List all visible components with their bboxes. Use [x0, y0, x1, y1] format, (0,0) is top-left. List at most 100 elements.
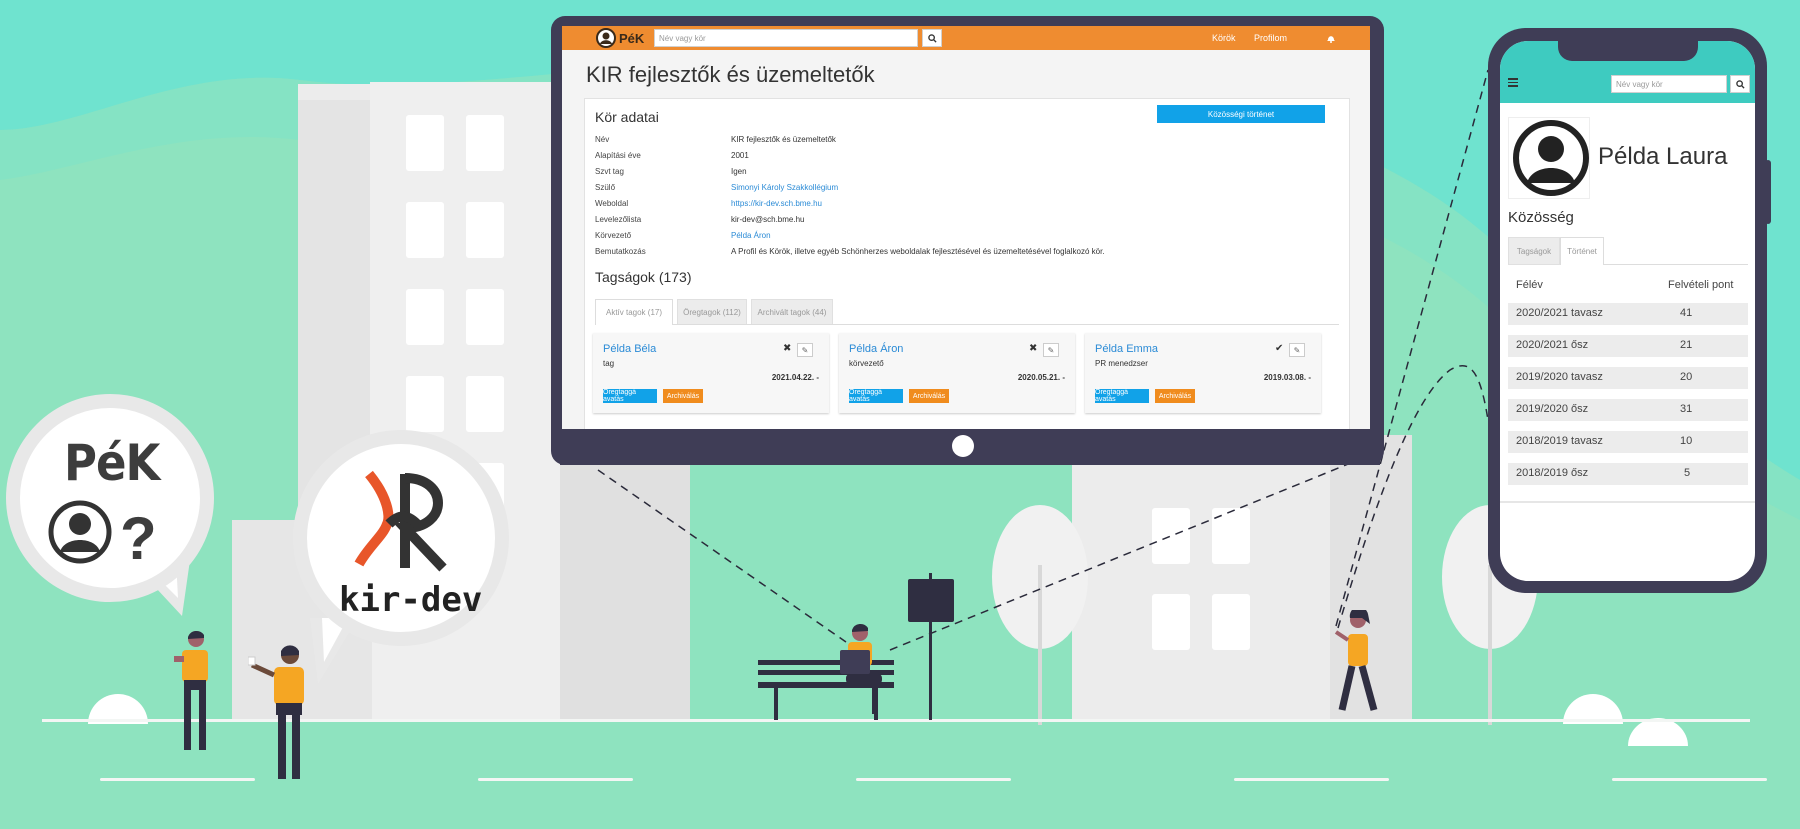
- detail-label: Szvt tag: [595, 167, 624, 176]
- sign-pole: [929, 573, 932, 720]
- tab-archived-members[interactable]: Archivált tagok (44): [751, 299, 833, 325]
- bell-icon[interactable]: [1326, 33, 1336, 43]
- detail-label: Körvezető: [595, 231, 632, 240]
- semester-cell: 2018/2019 tavasz: [1516, 435, 1603, 447]
- phone-notch: [1558, 41, 1698, 61]
- phone-side-button: [1765, 160, 1771, 224]
- profile-name: Példa Laura: [1598, 143, 1728, 170]
- make-oldmember-button[interactable]: Öregtaggá avatás: [1095, 389, 1149, 403]
- edit-icon[interactable]: ✎: [1043, 343, 1059, 357]
- profile-avatar-icon: [1513, 120, 1589, 196]
- search-placeholder: Név vagy kör: [1616, 79, 1663, 89]
- pek-logo[interactable]: PéK: [596, 28, 644, 48]
- member-name[interactable]: Példa Áron: [849, 343, 903, 355]
- details-panel: Kör adatai Közösségi történet Név KIR fe…: [584, 98, 1350, 429]
- search-input[interactable]: Név vagy kör: [654, 29, 918, 47]
- detail-label: Alapítási éve: [595, 151, 641, 160]
- table-header-points: Felvételi pont: [1668, 279, 1734, 291]
- pek-logo-text: PéK: [64, 434, 160, 492]
- member-name[interactable]: Példa Emma: [1095, 343, 1158, 355]
- archive-button[interactable]: Archiválás: [663, 389, 703, 403]
- table-row: 2019/2020 tavasz 20: [1508, 367, 1748, 389]
- question-mark: ?: [120, 505, 157, 572]
- memberships-heading: Tagságok (173): [595, 269, 692, 285]
- monitor-power-button: [952, 435, 974, 457]
- tab-active-members[interactable]: Aktív tagok (17): [595, 299, 673, 325]
- tab-history[interactable]: Történet: [1560, 237, 1604, 265]
- check-icon[interactable]: ✔: [1275, 343, 1283, 354]
- page-title: KIR fejlesztők és üzemeltetők: [586, 62, 875, 87]
- detail-value: A Profil és Körök, illetve egyéb Schönhe…: [731, 247, 1105, 256]
- tabs-divider: [1604, 264, 1748, 265]
- edit-icon[interactable]: ✎: [1289, 343, 1305, 357]
- mobile-search-input[interactable]: Név vagy kör: [1611, 75, 1727, 93]
- tab-old-members[interactable]: Öregtagok (112): [677, 299, 747, 325]
- nav-link-profilom[interactable]: Profilom: [1254, 33, 1287, 43]
- kirdev-logo-icon: [354, 470, 447, 572]
- member-name[interactable]: Példa Béla: [603, 343, 656, 355]
- logo-text: PéK: [619, 30, 645, 46]
- detail-value: kir-dev@sch.bme.hu: [731, 215, 805, 224]
- search-button[interactable]: [922, 29, 942, 47]
- points-cell: 31: [1680, 403, 1693, 415]
- table-row: 2018/2019 tavasz 10: [1508, 431, 1748, 453]
- mobile-screen: Név vagy kör Példa Laura Közösség Tagság…: [1500, 41, 1755, 581]
- kirdev-logo-text: kir-dev: [339, 580, 483, 620]
- member-card: Példa Béla tag ✖ ✎ 2021.04.22. - Öregtag…: [593, 333, 829, 413]
- detail-label: Bemutatkozás: [595, 247, 646, 256]
- community-title: Közösség: [1508, 209, 1574, 226]
- detail-value: 2001: [731, 151, 749, 160]
- tab-memberships[interactable]: Tagságok: [1508, 237, 1560, 265]
- points-cell: 21: [1680, 339, 1693, 351]
- detail-label: Név: [595, 135, 610, 144]
- close-icon[interactable]: ✖: [1029, 343, 1037, 354]
- semester-cell: 2020/2021 ősz: [1516, 339, 1589, 351]
- points-cell: 10: [1680, 435, 1693, 447]
- detail-label: Szülő: [595, 183, 616, 192]
- search-placeholder: Név vagy kör: [659, 33, 706, 43]
- semester-cell: 2019/2020 tavasz: [1516, 371, 1603, 383]
- search-icon: [1735, 79, 1745, 89]
- member-date: 2020.05.21. -: [1017, 373, 1065, 382]
- hamburger-icon[interactable]: [1508, 78, 1518, 87]
- search-icon: [927, 33, 937, 43]
- semester-cell: 2020/2021 tavasz: [1516, 307, 1603, 319]
- person-with-phone: [1334, 610, 1378, 711]
- member-card: Példa Áron körvezető ✖ ✎ 2020.05.21. - Ö…: [839, 333, 1075, 413]
- desktop-screen: PéK Név vagy kör Körök Profilom KIR fejl…: [562, 26, 1370, 429]
- table-row: 2020/2021 tavasz 41: [1508, 303, 1748, 325]
- details-heading: Kör adatai: [595, 109, 659, 125]
- nav-link-korok[interactable]: Körök: [1212, 33, 1236, 43]
- semester-cell: 2018/2019 ősz: [1516, 467, 1589, 479]
- detail-value: Igen: [731, 167, 747, 176]
- person-standing: [174, 630, 208, 750]
- member-role: körvezető: [849, 359, 884, 368]
- make-oldmember-button[interactable]: Öregtaggá avatás: [603, 389, 657, 403]
- table-row: 2018/2019 ősz 5: [1508, 463, 1748, 485]
- monitor-stand-shadow: [560, 460, 1380, 465]
- make-oldmember-button[interactable]: Öregtaggá avatás: [849, 389, 903, 403]
- archive-button[interactable]: Archiválás: [1155, 389, 1195, 403]
- top-navbar: PéK Név vagy kör Körök Profilom: [562, 26, 1370, 50]
- semester-cell: 2019/2020 ősz: [1516, 403, 1589, 415]
- history-button[interactable]: Közösségi történet: [1157, 105, 1325, 123]
- close-icon[interactable]: ✖: [783, 343, 791, 354]
- member-role: tag: [603, 359, 615, 368]
- website-link[interactable]: https://kir-dev.sch.bme.hu: [731, 199, 822, 208]
- archive-button[interactable]: Archiválás: [909, 389, 949, 403]
- member-date: 2021.04.22. -: [771, 373, 819, 382]
- points-cell: 5: [1684, 467, 1691, 479]
- table-header-semester: Félév: [1516, 279, 1543, 291]
- mobile-screen-bottom-shadow: [1500, 501, 1755, 503]
- mobile-search-button[interactable]: [1730, 75, 1750, 93]
- member-date: 2019.03.08. -: [1263, 373, 1311, 382]
- speech-bubble-kirdev: kir-dev: [293, 430, 509, 646]
- user-avatar-icon: [596, 28, 616, 48]
- leader-link[interactable]: Példa Áron: [731, 231, 771, 240]
- user-avatar-icon: [48, 500, 112, 564]
- edit-icon[interactable]: ✎: [797, 343, 813, 357]
- member-card: Példa Emma PR menedzser ✔ ✎ 2019.03.08. …: [1085, 333, 1321, 413]
- speech-bubble-pek: PéK ?: [6, 394, 214, 602]
- tabs-divider: [673, 324, 1339, 325]
- parent-link[interactable]: Simonyi Károly Szakkollégium: [731, 183, 838, 192]
